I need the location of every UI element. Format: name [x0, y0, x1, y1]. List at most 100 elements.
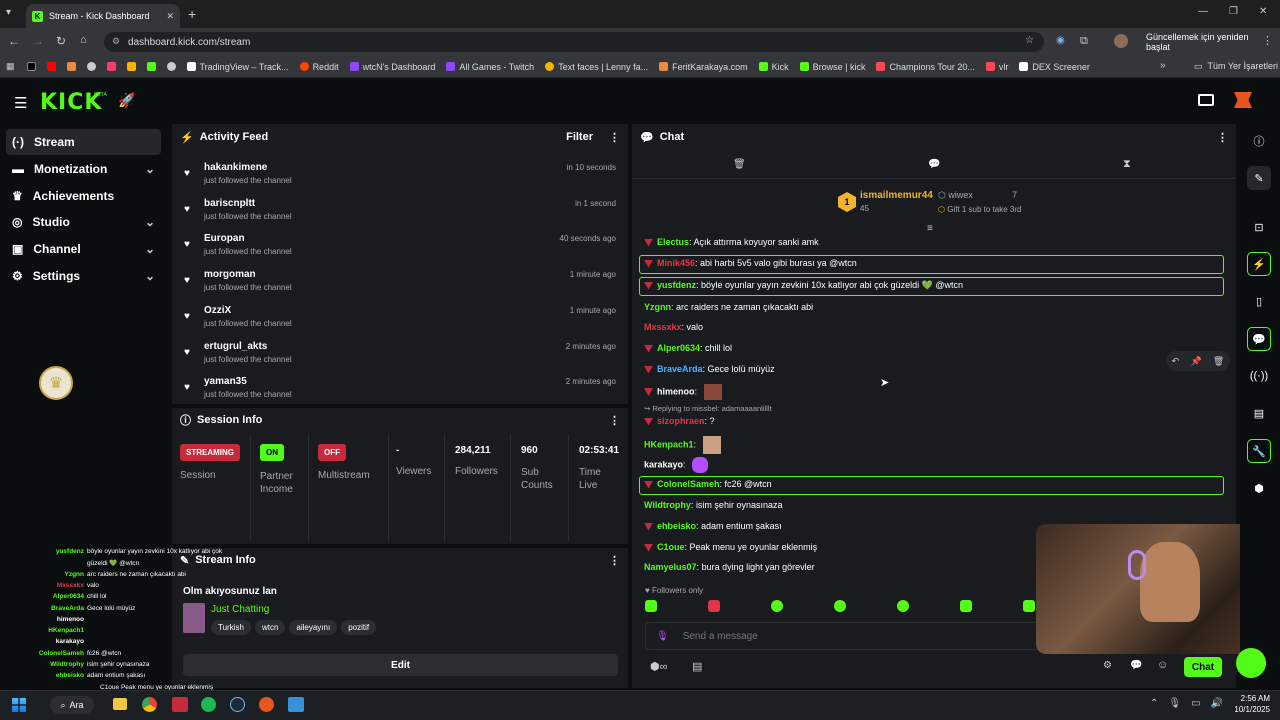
file-explorer-icon[interactable]: [113, 698, 127, 710]
browser-tab[interactable]: K Stream - Kick Dashboard ✕: [26, 4, 180, 28]
chat-rail-icon[interactable]: 💬: [1247, 327, 1271, 351]
tag[interactable]: Turkish: [211, 620, 251, 635]
bookmark-vlr[interactable]: vlr: [985, 62, 1008, 72]
chat-username[interactable]: C1oue: [657, 542, 685, 552]
follower-name[interactable]: Europan: [204, 233, 245, 244]
chat-username[interactable]: ehbeisko: [657, 521, 696, 531]
chat-users-icon[interactable]: 💬: [1130, 660, 1142, 671]
browser-menu-icon[interactable]: ⋮: [1262, 34, 1273, 47]
send-chat-button[interactable]: Chat: [1184, 657, 1222, 677]
chat-mode-icon[interactable]: 💬: [928, 159, 940, 170]
nav-stream[interactable]: (·) Stream: [6, 129, 161, 155]
pin-icon[interactable]: 📌: [1190, 356, 1201, 367]
photos-icon[interactable]: [288, 697, 304, 712]
bookmark-twitch[interactable]: All Games - Twitch: [446, 62, 534, 72]
chat-message[interactable]: Electus: Açık attırma koyuyor sanki amk: [644, 237, 819, 247]
maximize-icon[interactable]: ❐: [1229, 6, 1238, 17]
nav-channel[interactable]: ▣ Channel ⌄: [6, 236, 161, 262]
lightning-rail-icon[interactable]: ⚡: [1247, 252, 1271, 276]
chat-username[interactable]: karakayo: [644, 459, 683, 469]
hamburger-menu-icon[interactable]: ☰: [14, 94, 27, 112]
trash-icon[interactable]: 🗑: [733, 159, 746, 170]
activity-menu-icon[interactable]: ⋮: [609, 131, 620, 144]
chat-message[interactable]: Namyelus07: bura dying light yan görevle…: [644, 562, 815, 572]
activity-item[interactable]: ♥ yaman35 just followed the channel 2 mi…: [176, 372, 626, 408]
chat-message[interactable]: HKenpach1:: [644, 436, 721, 454]
category-thumbnail[interactable]: [183, 603, 205, 633]
bookmark-icon-f[interactable]: [166, 62, 176, 71]
network-icon[interactable]: ▭: [1191, 698, 1200, 709]
activity-item[interactable]: ♥ OzziX just followed the channel 1 minu…: [176, 301, 626, 337]
minimize-icon[interactable]: —: [1198, 6, 1208, 17]
home-icon[interactable]: ⌂: [80, 34, 87, 46]
chat-username[interactable]: Yzgnn: [644, 302, 671, 312]
chat-username[interactable]: Wildtrophy: [644, 500, 691, 510]
tag[interactable]: aileyayını: [289, 620, 338, 635]
chat-username[interactable]: ColonelSameh: [657, 479, 720, 489]
activity-item[interactable]: ♥ bariscnpltt just followed the channel …: [176, 194, 626, 230]
cast-icon[interactable]: ◉: [1056, 35, 1065, 46]
chat-message[interactable]: yusfdenz: böyle oyunlar yayın zevkini 10…: [644, 280, 963, 291]
chat-message[interactable]: C1oue: Peak menu ye oyunlar eklenmiş: [644, 542, 817, 552]
partner-income-toggle[interactable]: ON: [260, 444, 284, 461]
update-button[interactable]: Güncellemek için yeniden başlat: [1138, 32, 1280, 52]
bookmark-icon-b[interactable]: [86, 62, 96, 71]
reload-icon[interactable]: ↻: [56, 34, 66, 48]
filter-button[interactable]: Filter: [566, 131, 593, 143]
app-icon-orange[interactable]: [259, 697, 274, 712]
rocket-icon[interactable]: 🚀: [118, 92, 135, 109]
bookmark-icon-e[interactable]: [146, 62, 156, 71]
reply-context[interactable]: ↪ Replying to missbel: adamaaaanlilllt: [644, 404, 772, 413]
chat-message[interactable]: karakayo:: [644, 457, 709, 473]
chrome-icon[interactable]: [142, 697, 157, 712]
close-tab-icon[interactable]: ✕: [166, 11, 174, 22]
activity-item[interactable]: ♥ morgoman just followed the channel 1 m…: [176, 265, 626, 301]
nav-monetization[interactable]: ▬ Monetization ⌄: [6, 156, 161, 182]
chat-username[interactable]: Alper0634: [657, 343, 700, 353]
broadcast-rail-icon[interactable]: ((·)): [1247, 364, 1271, 388]
clock[interactable]: 2:56 AM 10/1/2025: [1226, 693, 1270, 715]
address-bar[interactable]: ⚙ dashboard.kick.com/stream ☆: [104, 32, 1044, 52]
emote-icon[interactable]: [708, 600, 720, 612]
activity-item[interactable]: ♥ ertugrul_akts just followed the channe…: [176, 337, 626, 373]
chat-message[interactable]: BraveArda: Gece lolü müyüz: [644, 364, 775, 374]
emote-icon[interactable]: [834, 600, 846, 612]
bookmark-textfaces[interactable]: Text faces | Lenny fa...: [545, 62, 648, 72]
delete-icon[interactable]: 🗑: [1213, 356, 1224, 367]
youtube-bookmark[interactable]: [46, 62, 56, 71]
chat-message[interactable]: ColonelSameh: fc26 @wtcn: [644, 479, 772, 489]
leader-name[interactable]: ismailmemur44: [860, 190, 933, 201]
bookmarks-overflow-icon[interactable]: »: [1160, 60, 1166, 71]
nodes-icon[interactable]: ⬢: [1247, 476, 1271, 500]
tray-chevron-icon[interactable]: ⌃: [1150, 698, 1158, 709]
link-icon[interactable]: ⬢∞: [650, 660, 667, 673]
chat-message[interactable]: Alper0634: chill lol: [644, 343, 732, 353]
profile-avatar[interactable]: [1114, 34, 1128, 48]
chat-message[interactable]: Mxssxkx: valo: [644, 322, 703, 332]
store-icon[interactable]: ▤: [692, 660, 702, 673]
x-bookmark[interactable]: [26, 62, 36, 71]
volume-icon[interactable]: 🔊: [1211, 698, 1223, 709]
multistream-toggle[interactable]: OFF: [318, 444, 346, 461]
chat-settings-icon[interactable]: ⚙: [1103, 660, 1112, 671]
new-tab-icon[interactable]: +: [188, 6, 196, 22]
second-leader[interactable]: ⬡ wiwex: [938, 190, 973, 201]
follower-name[interactable]: hakankimene: [204, 162, 267, 173]
bookmark-browse-kick[interactable]: Browse | kick: [799, 62, 865, 72]
edit-button[interactable]: Edit: [183, 654, 618, 676]
stream-info-menu-icon[interactable]: ⋮: [609, 554, 620, 567]
studio-icon[interactable]: [1198, 94, 1214, 106]
bookmark-star-icon[interactable]: ☆: [1025, 35, 1034, 46]
spotify-icon[interactable]: [201, 697, 216, 712]
fab-button[interactable]: [1236, 648, 1266, 678]
emote-icon[interactable]: [897, 600, 909, 612]
pencil-icon[interactable]: ✎: [1247, 166, 1271, 190]
follower-name[interactable]: morgoman: [204, 269, 256, 280]
chat-message[interactable]: sizophraen: ?: [644, 416, 715, 426]
follower-name[interactable]: ertugrul_akts: [204, 341, 267, 352]
chat-message[interactable]: Wildtrophy: isim şehir oynasınaza: [644, 500, 782, 510]
activity-item[interactable]: ♥ hakankimene just followed the channel …: [176, 158, 626, 194]
emote-icon[interactable]: [771, 600, 783, 612]
forward-icon[interactable]: →: [32, 34, 44, 48]
wrench-icon[interactable]: 🔧: [1247, 439, 1271, 463]
